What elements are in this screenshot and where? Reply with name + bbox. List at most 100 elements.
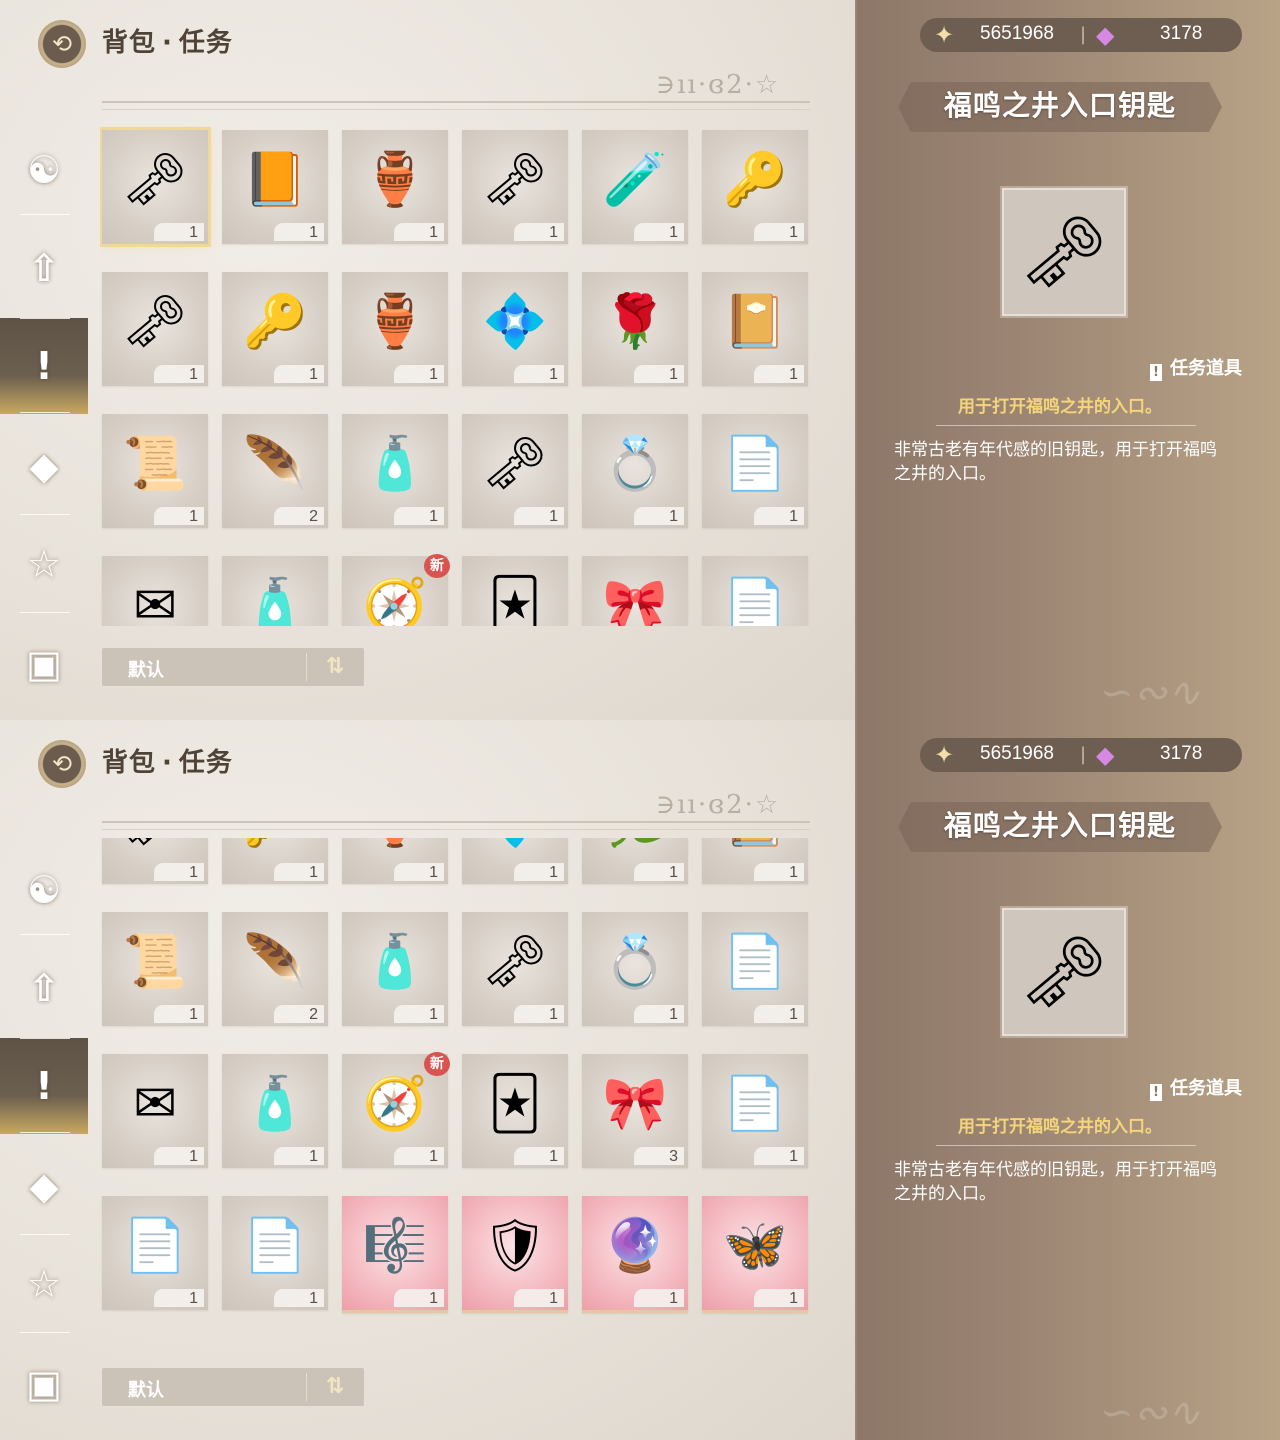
sidebar-tab-quest[interactable]: ! [0,318,88,414]
inventory-slot[interactable]: 🔮 1 [582,1196,688,1313]
inventory-slot[interactable]: 📄1 [702,912,808,1026]
sidebar-tab-star-wand[interactable]: ☆ [0,516,88,612]
sidebar-tab-upgrade-arrow[interactable]: ⇧ [0,220,88,316]
upgrade-arrow-icon: ⇧ [28,246,60,290]
inventory-slot[interactable]: 📔1 [702,272,808,386]
inventory-slot[interactable]: 💍 1 [582,414,688,528]
item-grid[interactable]: 🗝1📙1🏺1🗝1🧪1🔑1🗝1🔑1🏺1💠1🌹1📔1📜1🪶2🧴1🗝1💍1📄1✉1🧴1… [100,126,814,626]
inventory-slot[interactable]: ✉1 [102,556,208,626]
inventory-slot[interactable]: 🌹 1 [582,272,688,386]
inventory-slot[interactable]: 💠1 [462,838,568,884]
item-count: 1 [789,1148,798,1165]
inventory-slot[interactable]: 📙 1 [222,130,328,244]
inventory-slot[interactable]: 🧴1 [222,556,328,626]
sidebar-tab-fish[interactable]: ☯ [0,122,88,218]
scroll-jar-icon: 🏺 [362,292,428,352]
sidebar-tab-fish[interactable]: ☯ [0,842,88,938]
inventory-slot[interactable]: 🗝1 [100,127,211,247]
inventory-slot[interactable]: 📄1 [222,1196,328,1310]
sort-dropdown[interactable]: 默认 ⇅ [102,648,364,686]
sidebar-tab-cube[interactable]: ▣ [0,616,88,712]
item-count: 1 [789,864,798,881]
gold-key-icon: 🗝 [102,838,208,852]
silver-key-icon: 🔑 [722,150,788,210]
inventory-slot[interactable]: 🗝1 [462,912,568,1026]
inventory-slot[interactable]: 🏺1 [342,272,448,386]
inventory-slot[interactable]: 🦋 1 [702,1196,808,1313]
inventory-slot[interactable]: 🧴1 [342,912,448,1026]
new-badge: 新 [424,1052,450,1076]
inventory-slot[interactable]: 🧪 1 [582,130,688,244]
inventory-slot[interactable]: 💍 1 [582,912,688,1026]
back-button[interactable]: ⟲ [38,20,86,68]
inventory-slot[interactable]: ✉1 [102,1054,208,1168]
inventory-slot[interactable]: 🧴1 [222,1054,328,1168]
inventory-slot[interactable]: 🔑1 [222,272,328,386]
inventory-screen-top: ☯ ⇧! ◆ ☆ ▣ ⟲ 背包 · 任务 ∋ıı·ɞ2·☆ 🗝 1 📙 1 🏺 1 🗝 1 🧪 1 🔑 1 🗝 1 🔑 1… [0,0,1280,720]
paper-icon: 📄 [722,1074,788,1134]
letter-icon: 📜 [122,932,188,992]
sidebar-tab-cube[interactable]: ▣ [0,1336,88,1432]
inventory-slot[interactable]: 📜 1 [102,414,208,528]
sidebar-tab-star-wand[interactable]: ☆ [0,1236,88,1332]
decorative-runes-icon: ∋ıı·ɞ2·☆ [656,790,781,820]
inventory-slot[interactable]: 🎼 1 [342,1196,448,1313]
inventory-slot[interactable]: 🧴1 [342,414,448,528]
inventory-slot[interactable]: 🌿1 [582,838,688,884]
back-arrow-icon: ⟲ [51,30,73,58]
sidebar-tab-quest[interactable]: ! [0,1038,88,1134]
item-count: 1 [309,1290,318,1307]
inventory-slot[interactable]: 🎀3 [582,556,688,626]
inventory-slot[interactable]: 💠1 [462,272,568,386]
leather-book-icon: 📔 [702,838,808,852]
divider [20,214,70,215]
divider [20,318,70,319]
inventory-slot[interactable]: 🧭1新 [342,1052,450,1168]
inventory-slot[interactable]: 🏺1 [342,130,448,244]
inventory-slot[interactable]: 🗝1 [462,130,568,244]
sidebar-tab-crystal[interactable]: ◆ [0,418,88,514]
item-count: 1 [549,508,558,525]
fish-icon: ☯ [26,148,62,192]
item-count: 1 [429,1148,438,1165]
iron-key-icon: 🔑 [242,292,308,352]
sort-label: 默认 [128,1380,164,1401]
inventory-slot[interactable]: 📄1 [702,414,808,528]
sort-dropdown[interactable]: 默认 ⇅ [102,1368,364,1406]
inventory-slot[interactable]: 📄1 [702,1054,808,1168]
inventory-slot[interactable]: 🗝1 [102,838,208,884]
inventory-slot[interactable]: 📄1 [102,1196,208,1310]
inventory-slot[interactable]: 🃏1 [462,556,568,626]
inventory-slot[interactable]: 🔑1 [702,130,808,244]
sidebar-tab-upgrade-arrow[interactable]: ⇧ [0,940,88,1036]
blue-bottle-icon: 🧴 [242,1074,308,1134]
inventory-slot[interactable]: 📄1 [702,556,808,626]
item-count: 1 [189,1006,198,1023]
item-count: 1 [309,864,318,881]
feather-icon: 🪶 [242,434,308,494]
back-button[interactable]: ⟲ [38,740,86,788]
inventory-slot[interactable]: 🪶 2 [222,414,328,528]
bronze-key-icon: 🗝 [481,932,548,992]
item-count: 1 [189,508,198,525]
inventory-slot[interactable]: 🪶 2 [222,912,328,1026]
item-usage: 用于打开福鸣之井的入口。 [958,397,1162,417]
gold-amount: 5651968 [980,23,1054,44]
sort-order-icon[interactable]: ⇅ [318,1370,352,1404]
sidebar-tab-crystal[interactable]: ◆ [0,1138,88,1234]
inventory-slot[interactable]: 🃏1 [462,1054,568,1168]
inventory-slot[interactable]: 🗝1 [462,414,568,528]
inventory-slot[interactable]: 🏺1 [342,838,448,884]
divider [306,1373,307,1401]
inventory-slot[interactable]: 🔑1 [222,838,328,884]
inventory-slot[interactable]: 🛡 1 [462,1196,568,1313]
sort-order-icon[interactable]: ⇅ [318,650,352,684]
item-grid[interactable]: 🗝1🔑1🏺1💠1🌿1📔1📜1🪶2🧴1🗝1💍1📄1✉1🧴1🧭1新🃏1🎀3📄1📄1📄… [100,838,814,1338]
divider [936,425,1196,426]
inventory-slot[interactable]: 📜 1 [102,912,208,1026]
inventory-slot[interactable]: 🧭1新 [342,554,450,626]
inventory-slot[interactable]: 📔1 [702,838,808,884]
inventory-slot[interactable]: 🎀3 [582,1054,688,1168]
inventory-slot[interactable]: 🗝1 [102,272,208,386]
item-count: 1 [549,224,558,241]
